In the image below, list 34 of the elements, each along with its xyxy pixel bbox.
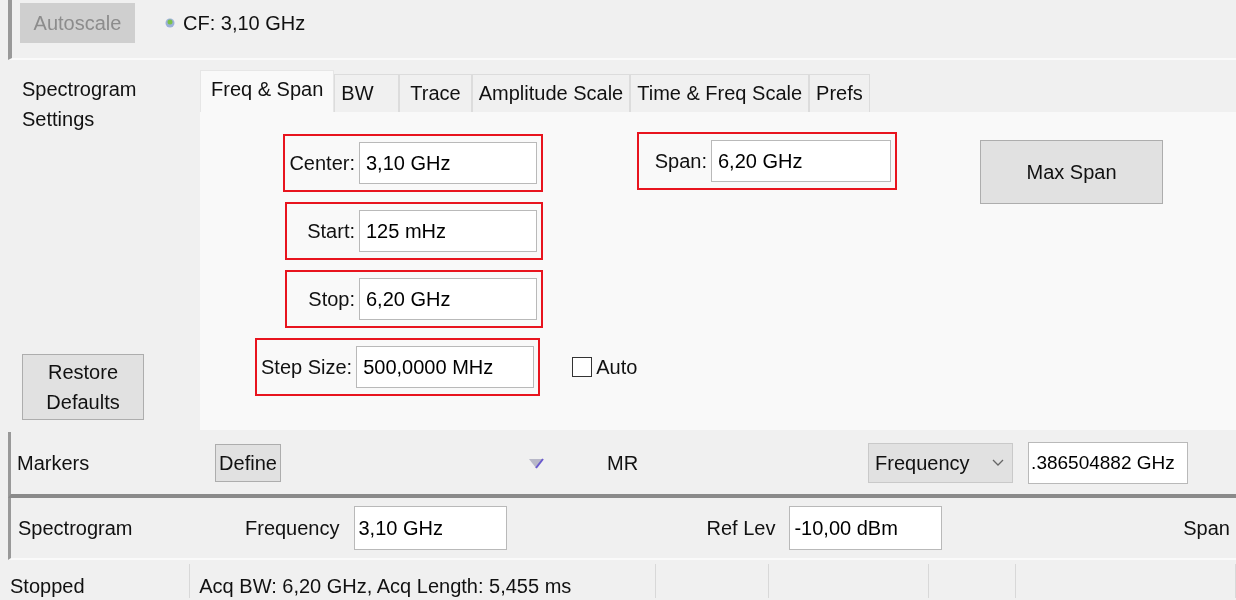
- input-field[interactable]: 6,20 GHz: [711, 140, 891, 182]
- define-button[interactable]: Define: [215, 444, 281, 482]
- input-field[interactable]: 3,10 GHz: [353, 506, 507, 550]
- input-field[interactable]: -10,00 dBm: [789, 506, 943, 550]
- input-field[interactable]: 3,10 GHz: [359, 142, 537, 184]
- tab[interactable]: Prefs: [809, 74, 870, 112]
- tab[interactable]: Freq & Span: [200, 70, 335, 112]
- field-label: Stop:: [307, 287, 355, 311]
- dropdown[interactable]: Frequency: [868, 443, 1014, 483]
- field-label: Ref Lev: [706, 516, 776, 540]
- input-field[interactable]: 500,0000 MHz: [356, 346, 535, 388]
- tab[interactable]: BW: [334, 74, 400, 112]
- field-label: Frequency: [245, 516, 340, 540]
- tab[interactable]: Amplitude Scale: [471, 74, 631, 112]
- max-span-button[interactable]: Max Span: [980, 140, 1163, 204]
- restore-defaults-button[interactable]: Restore Defaults: [22, 354, 144, 420]
- input-field[interactable]: 125 mHz: [359, 210, 537, 252]
- center-frequency-label: CF: 3,10 GHz: [183, 11, 306, 35]
- checkbox-label: Auto: [596, 355, 638, 379]
- marker-label: MR: [607, 451, 639, 475]
- field-label: Span: [1183, 516, 1230, 540]
- field-label: Step Size:: [261, 355, 353, 379]
- tab[interactable]: Trace: [399, 74, 472, 112]
- section-label: Spectrogram: [18, 516, 134, 540]
- field-label: Start:: [306, 219, 355, 243]
- section-label: Markers: [17, 451, 91, 475]
- field-label: Span:: [653, 149, 707, 173]
- input-field[interactable]: .386504882 GHz: [1028, 442, 1189, 484]
- panel-title: Spectrogram Settings: [22, 77, 138, 132]
- status-text: Acq BW: 6,20 GHz, Acq Length: 5,455 ms: [190, 564, 657, 598]
- field-label: Center:: [289, 151, 355, 175]
- input-field[interactable]: 6,20 GHz: [359, 278, 537, 320]
- tab[interactable]: Time & Freq Scale: [630, 74, 810, 112]
- status-text: Stopped: [0, 564, 191, 598]
